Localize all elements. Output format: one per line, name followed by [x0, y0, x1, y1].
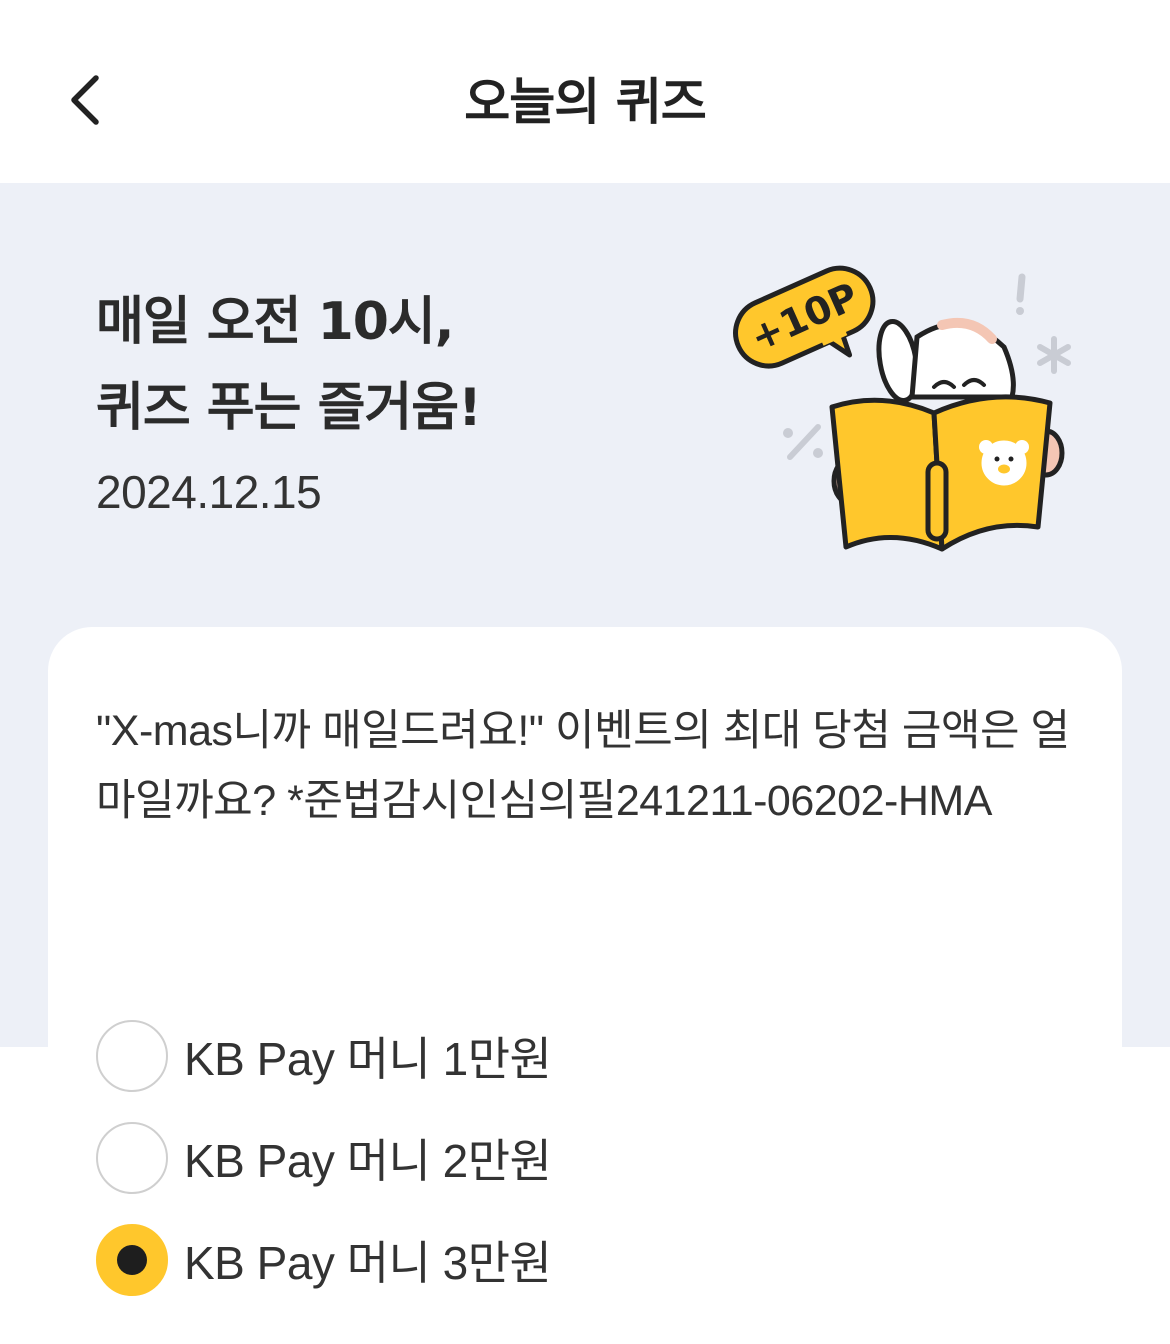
quiz-question: "X-mas니까 매일드려요!" 이벤트의 최대 당첨 금액은 얼마일까요? *… — [96, 707, 1070, 825]
asterisk-icon — [1037, 336, 1071, 374]
hero-title-line1: 매일 오전 10시, — [96, 292, 455, 352]
reading-rabbit-illustration: +10P — [733, 265, 1071, 552]
answer-option-label: KB Pay 머니 3만원 — [184, 1237, 552, 1289]
back-button[interactable] — [44, 60, 124, 140]
hero-title-line2: 퀴즈 푸는 즐거움! — [96, 378, 482, 438]
answer-option-3[interactable]: KB Pay 머니 3만원 — [96, 1209, 552, 1311]
radio-button[interactable] — [96, 1122, 168, 1194]
quiz-date: 2024.12.15 — [96, 466, 322, 518]
exclamation-icon — [1016, 273, 1026, 315]
radio-dot-icon — [117, 1245, 147, 1275]
percent-icon — [783, 424, 823, 460]
radio-button[interactable] — [96, 1020, 168, 1092]
chevron-left-icon — [71, 75, 99, 125]
answer-option-1[interactable]: KB Pay 머니 1만원 — [96, 1005, 552, 1107]
answer-option-label: KB Pay 머니 2만원 — [184, 1135, 552, 1187]
header: 오늘의 퀴즈 — [0, 0, 1170, 183]
points-badge: +10P — [733, 265, 876, 369]
answer-option-2[interactable]: KB Pay 머니 2만원 — [96, 1107, 552, 1209]
radio-button-selected[interactable] — [96, 1224, 168, 1296]
hero-title: 매일 오전 10시, 퀴즈 푸는 즐거움! — [96, 279, 482, 451]
answer-option-label: KB Pay 머니 1만원 — [184, 1033, 552, 1085]
quiz-page: 오늘의 퀴즈 매일 오전 10시, 퀴즈 푸는 즐거움! 2024.12.15 — [0, 0, 1170, 1344]
page-title: 오늘의 퀴즈 — [464, 73, 706, 131]
